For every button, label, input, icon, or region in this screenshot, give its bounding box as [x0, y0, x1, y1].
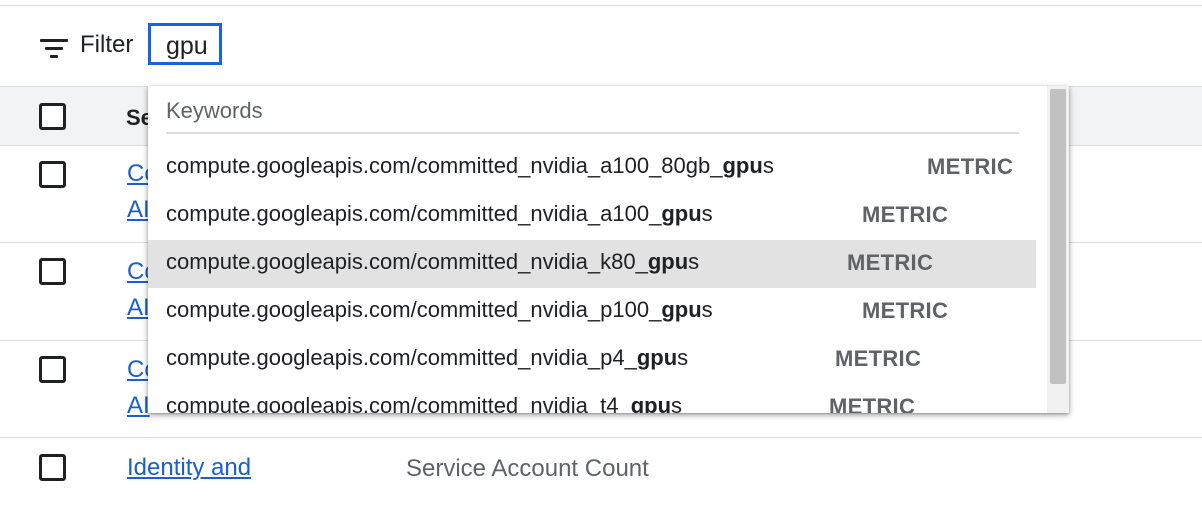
filter-input[interactable]: gpu	[148, 23, 222, 65]
filter-suggestions-dropdown: Keywords compute.googleapis.com/committe…	[148, 86, 1069, 413]
section-divider	[166, 132, 1019, 134]
suggestions-section-header: Keywords	[166, 98, 263, 123]
row-link-line1[interactable]: Identity and	[127, 450, 251, 486]
suggestion-text: compute.googleapis.com/committed_nvidia_…	[166, 201, 713, 226]
filter-bar: Filter gpu	[0, 6, 1202, 87]
suggestion-text: compute.googleapis.com/committed_nvidia_…	[166, 249, 700, 274]
suggestion-type: METRIC	[862, 202, 949, 227]
suggestion-option[interactable]: compute.googleapis.com/committed_nvidia_…	[148, 384, 1036, 413]
suggestion-type: METRIC	[847, 250, 934, 275]
suggestion-type: METRIC	[862, 298, 949, 323]
row-checkbox[interactable]	[39, 258, 66, 285]
row-checkbox[interactable]	[39, 454, 66, 481]
suggestion-type: METRIC	[829, 394, 916, 413]
suggestion-option[interactable]: compute.googleapis.com/committed_nvidia_…	[148, 192, 1036, 240]
select-all-checkbox[interactable]	[39, 103, 66, 130]
suggestion-text: compute.googleapis.com/committed_nvidia_…	[166, 393, 683, 413]
row-description: Service Account Count	[406, 455, 649, 482]
suggestion-option-selected[interactable]: compute.googleapis.com/committed_nvidia_…	[148, 240, 1036, 288]
table-row: Identity and Service Account Count	[0, 438, 1202, 518]
suggestion-type: METRIC	[835, 346, 922, 371]
filter-list-icon[interactable]	[40, 39, 68, 59]
suggestion-option[interactable]: compute.googleapis.com/committed_nvidia_…	[148, 288, 1036, 336]
suggestion-text: compute.googleapis.com/committed_nvidia_…	[166, 297, 713, 322]
dropdown-scrollbar-thumb[interactable]	[1050, 89, 1066, 384]
suggestion-type: METRIC	[927, 154, 1014, 179]
row-checkbox[interactable]	[39, 356, 66, 383]
suggestion-option[interactable]: compute.googleapis.com/committed_nvidia_…	[148, 336, 1036, 384]
row-service-link[interactable]: Identity and	[127, 450, 251, 486]
suggestion-option[interactable]: compute.googleapis.com/committed_nvidia_…	[148, 144, 1036, 192]
suggestion-text: compute.googleapis.com/committed_nvidia_…	[166, 345, 689, 370]
row-checkbox[interactable]	[39, 161, 66, 188]
suggestion-text: compute.googleapis.com/committed_nvidia_…	[166, 153, 774, 178]
filter-label: Filter	[80, 31, 134, 58]
